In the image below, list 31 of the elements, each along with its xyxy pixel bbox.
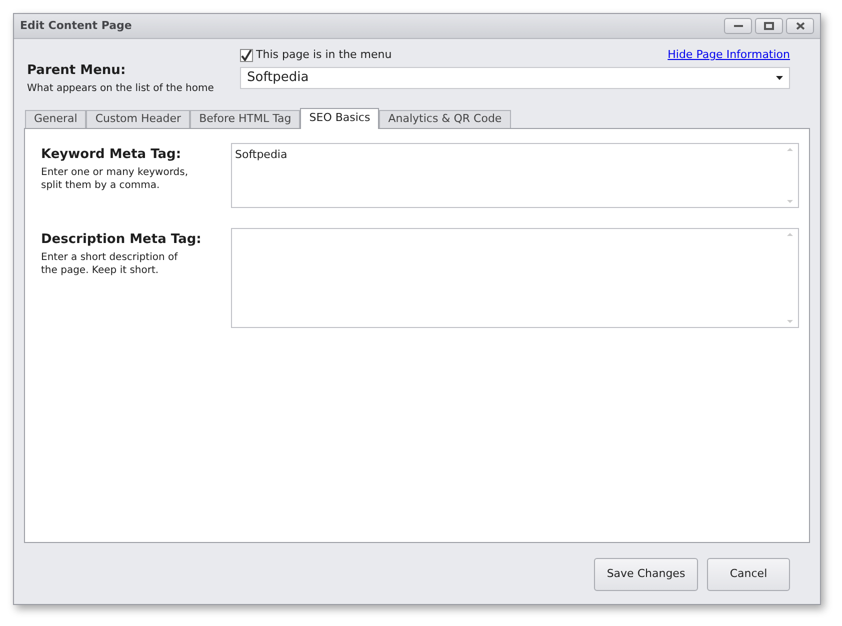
minimize-icon [734,24,742,28]
parent-menu-hint: What appears on the list of the home [27,82,215,96]
scroll-down-icon [787,320,793,322]
tab[interactable]: Analytics & QR Code [379,110,511,128]
text-area[interactable]: Softpedia [231,142,799,208]
tab[interactable]: Before HTML Tag [190,110,300,128]
scroll-up-icon [787,232,793,236]
close-icon [796,22,804,30]
scroll-down-icon [787,200,793,202]
parent-menu-label: Parent Menu: [27,62,127,80]
field-label: Description Meta Tag: [41,230,202,248]
dropdown-caret-icon [776,76,783,80]
save-button[interactable]: Save Changes [594,558,698,591]
cancel-button[interactable]: Cancel [707,558,790,591]
tab[interactable]: SEO Basics [300,108,380,128]
field-label: Keyword Meta Tag: [41,146,182,164]
scroll-up-icon [787,148,793,150]
tab[interactable]: General [25,110,86,128]
parent-menu-dropdown[interactable]: Softpedia [240,67,790,89]
checkbox[interactable] [240,49,253,62]
close-button[interactable] [786,18,814,34]
maximize-button[interactable] [755,18,783,34]
field-hint: Enter a short description of the page. Keep it short. [41,251,179,277]
in-menu-checkbox[interactable]: This page is in the menu [240,47,392,64]
hide-page-information-link[interactable]: Hide Page Information [668,47,790,64]
minimize-button[interactable] [724,18,752,34]
checkmark-icon [241,50,252,61]
window-title: Edit Content Page [20,18,132,34]
tab[interactable]: Custom Header [86,110,190,128]
field-hint: Enter one or many keywords, split them by a comma. [41,166,189,192]
maximize-icon [764,22,774,30]
